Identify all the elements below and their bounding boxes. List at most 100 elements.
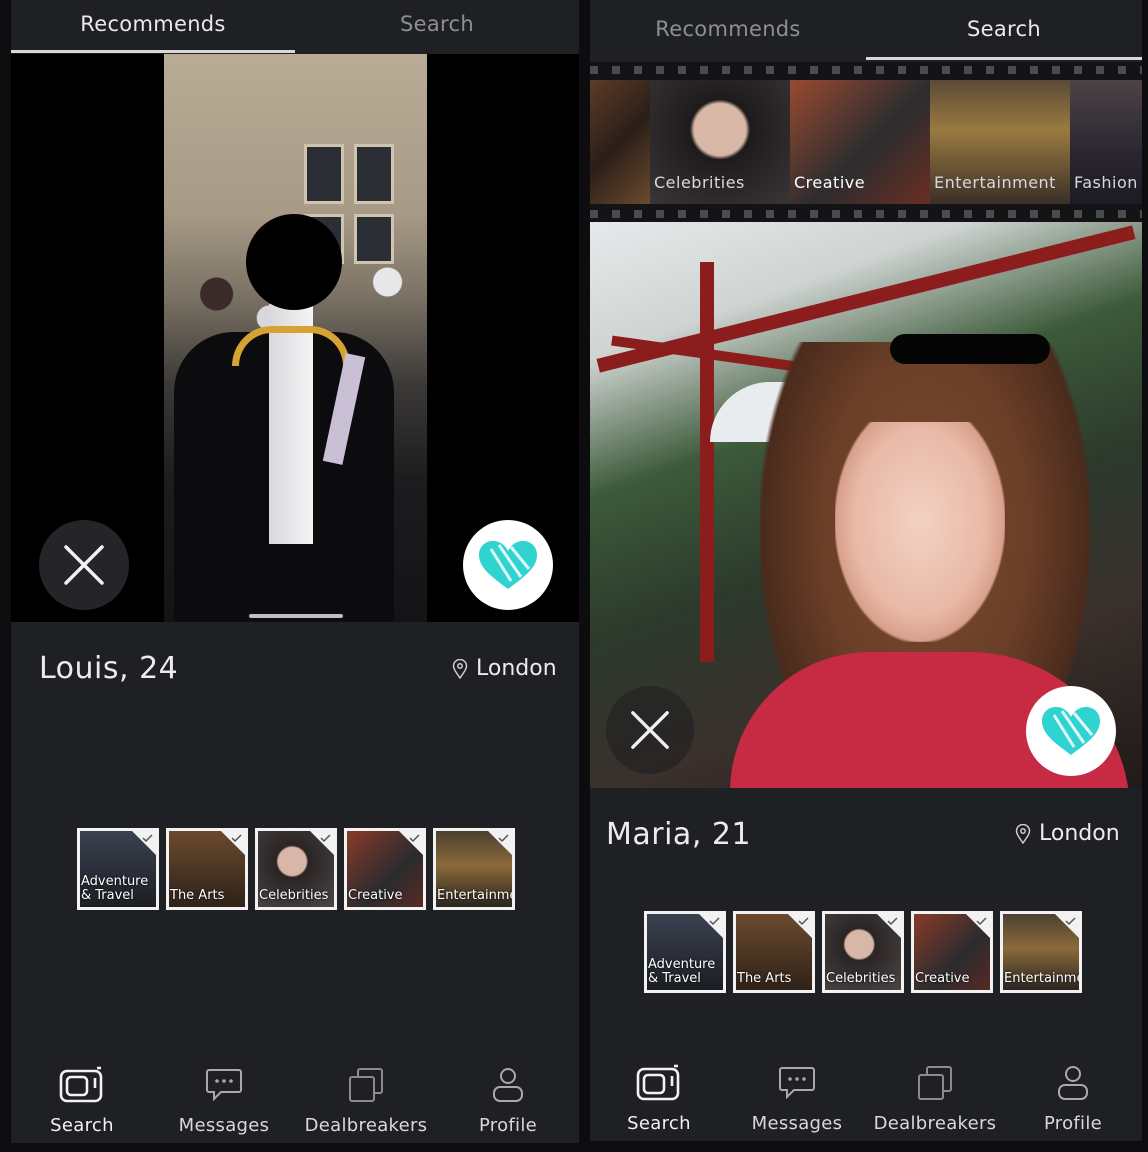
nav-dealbreakers[interactable]: Dealbreakers xyxy=(295,1064,437,1136)
category-fashion[interactable]: Fashion xyxy=(1070,80,1142,204)
nav-label: Search xyxy=(627,1113,691,1134)
nav-profile[interactable]: Profile xyxy=(1004,1062,1142,1134)
gown-hood xyxy=(232,326,350,366)
interest-label: The Arts xyxy=(170,888,225,903)
photo-image xyxy=(164,54,427,622)
interest-entertainment[interactable]: Entertainme xyxy=(1000,911,1082,993)
interest-label: Creative xyxy=(915,971,970,986)
category-label: Celebrities xyxy=(654,173,745,192)
location-pin-icon xyxy=(452,658,468,679)
category-entertainment[interactable]: Entertainment xyxy=(930,80,1070,204)
nav-messages[interactable]: Messages xyxy=(153,1064,295,1136)
checkmark-icon xyxy=(699,914,723,938)
nav-label: Search xyxy=(50,1115,114,1136)
home-indicator xyxy=(249,614,343,618)
checkmark-icon xyxy=(788,914,812,938)
stacked-squares-icon xyxy=(911,1062,959,1104)
tab-label: Search xyxy=(967,17,1041,41)
camera-search-icon xyxy=(58,1064,106,1106)
film-sprockets xyxy=(590,210,1142,218)
category-label: Fashion xyxy=(1074,173,1138,192)
interest-creative[interactable]: Creative xyxy=(344,828,426,910)
category-list: Celebrities Creative Entertainment Fashi… xyxy=(590,80,1142,204)
camera-search-icon xyxy=(635,1062,683,1104)
face-redaction xyxy=(246,214,342,310)
checkmark-icon xyxy=(488,831,512,855)
interest-celebrities[interactable]: Celebrities xyxy=(822,911,904,993)
interest-label: The Arts xyxy=(737,971,792,986)
nav-label: Messages xyxy=(751,1113,843,1134)
nav-profile[interactable]: Profile xyxy=(437,1064,579,1136)
person-icon xyxy=(1049,1062,1097,1104)
interest-the-arts[interactable]: The Arts xyxy=(166,828,248,910)
top-tabs: Recommends Search xyxy=(11,0,579,54)
interest-the-arts[interactable]: The Arts xyxy=(733,911,815,993)
dismiss-button[interactable] xyxy=(606,686,694,774)
interest-label: Celebrities xyxy=(826,971,896,986)
interest-label: Entertainme xyxy=(1004,971,1082,986)
interest-entertainment[interactable]: Entertainme xyxy=(433,828,515,910)
category-creative[interactable]: Creative xyxy=(790,80,930,204)
chat-bubble-icon xyxy=(200,1064,248,1106)
tab-active-indicator xyxy=(11,50,295,53)
interest-adventure-travel[interactable]: Adventure & Travel xyxy=(644,911,726,993)
tab-recommends[interactable]: Recommends xyxy=(590,0,866,62)
building-window xyxy=(304,144,344,204)
chat-bubble-icon xyxy=(773,1062,821,1104)
dismiss-button[interactable] xyxy=(39,520,129,610)
nav-search[interactable]: Search xyxy=(590,1062,728,1134)
tab-label: Recommends xyxy=(655,17,801,41)
category-filmstrip[interactable]: Celebrities Creative Entertainment Fashi… xyxy=(590,62,1142,222)
tab-recommends[interactable]: Recommends xyxy=(11,0,295,54)
interest-label: Adventure & Travel xyxy=(648,957,716,986)
top-tabs: Recommends Search xyxy=(590,0,1142,62)
interest-label: Entertainme xyxy=(437,888,515,903)
tab-active-indicator xyxy=(866,57,1142,60)
category-the-arts[interactable] xyxy=(590,80,650,204)
profile-name-age: Louis, 24 xyxy=(39,651,179,686)
checkmark-icon xyxy=(1055,914,1079,938)
building-window xyxy=(354,144,394,204)
checkmark-icon xyxy=(221,831,245,855)
pergola-post xyxy=(700,262,714,662)
close-icon xyxy=(631,711,669,749)
location-pin-icon xyxy=(1015,823,1031,844)
location-text: London xyxy=(1039,821,1120,846)
bottom-nav: Search Messages Dealbreakers Profile xyxy=(590,1062,1142,1134)
profile-name-age: Maria, 21 xyxy=(606,817,752,852)
category-label: Creative xyxy=(794,173,866,192)
like-button[interactable] xyxy=(1026,686,1116,776)
location-text: London xyxy=(476,656,557,681)
close-icon xyxy=(64,545,104,585)
nav-label: Messages xyxy=(178,1115,270,1136)
heart-icon xyxy=(1042,707,1100,755)
nav-dealbreakers[interactable]: Dealbreakers xyxy=(866,1062,1004,1134)
nav-label: Profile xyxy=(478,1115,538,1136)
checkmark-icon xyxy=(399,831,423,855)
face xyxy=(835,422,1005,642)
category-label: Entertainment xyxy=(934,173,1056,192)
profile-location: London xyxy=(452,656,557,681)
nav-label: Profile xyxy=(1043,1113,1103,1134)
nav-messages[interactable]: Messages xyxy=(728,1062,866,1134)
bottom-nav: Search Messages Dealbreakers Profile xyxy=(11,1064,579,1136)
profile-location: London xyxy=(1015,821,1120,846)
interest-creative[interactable]: Creative xyxy=(911,911,993,993)
checkmark-icon xyxy=(310,831,334,855)
interest-label: Celebrities xyxy=(259,888,329,903)
nav-label: Dealbreakers xyxy=(304,1115,428,1136)
interest-tiles: Adventure & Travel The Arts Celebrities C… xyxy=(644,911,1082,993)
interest-adventure-travel[interactable]: Adventure & Travel xyxy=(77,828,159,910)
tab-label: Recommends xyxy=(80,12,226,36)
tab-search[interactable]: Search xyxy=(866,0,1142,62)
stacked-squares-icon xyxy=(342,1064,390,1106)
interest-celebrities[interactable]: Celebrities xyxy=(255,828,337,910)
nav-search[interactable]: Search xyxy=(11,1064,153,1136)
checkmark-icon xyxy=(966,914,990,938)
heart-icon xyxy=(479,541,537,589)
tab-search[interactable]: Search xyxy=(295,0,579,54)
checkmark-icon xyxy=(132,831,156,855)
category-celebrities[interactable]: Celebrities xyxy=(650,80,790,204)
like-button[interactable] xyxy=(463,520,553,610)
nav-label: Dealbreakers xyxy=(873,1113,997,1134)
